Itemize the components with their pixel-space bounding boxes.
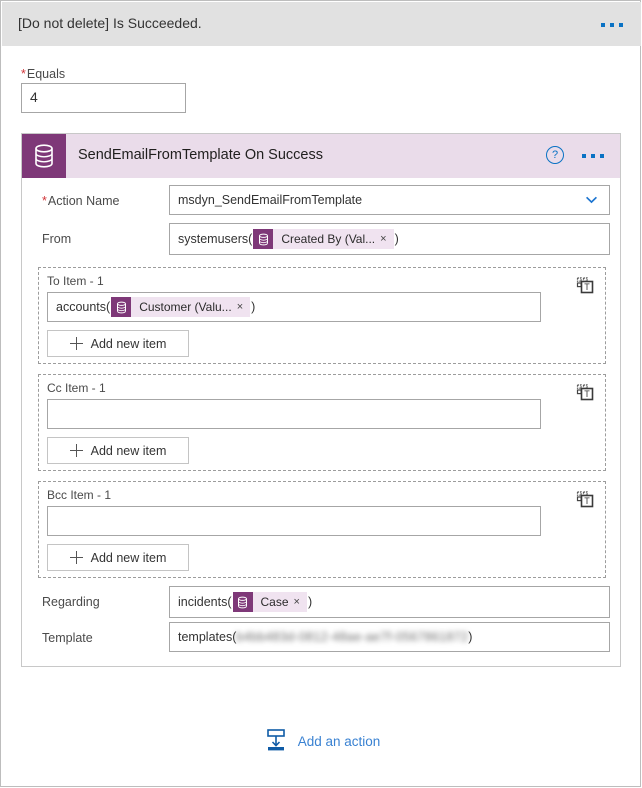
from-prefix: systemusers( [178,232,253,246]
bcc-item-label: Bcc Item - 1 [47,488,112,502]
cc-item-label: Cc Item - 1 [47,381,106,395]
action-name-dropdown[interactable]: msdyn_SendEmailFromTemplate [169,185,610,215]
delete-item-icon[interactable]: T [575,383,595,403]
template-prefix: templates( [178,630,237,644]
to-suffix: ) [251,300,256,314]
from-suffix: ) [394,232,399,246]
to-prefix: accounts( [56,300,111,314]
database-icon [253,229,274,249]
equals-input[interactable]: 4 [21,83,186,113]
cc-add-new-item-button[interactable]: Add new item [47,437,189,464]
chevron-down-icon [586,196,597,204]
regarding-label: Regarding [42,595,100,609]
flow-action-panel: [Do not delete] Is Succeeded. *Equals 4 … [0,0,641,787]
database-icon [111,297,132,317]
bcc-add-new-item-label: Add new item [90,550,167,565]
action-name-value: msdyn_SendEmailFromTemplate [178,193,363,207]
template-suffix: ) [468,630,473,644]
from-token-chip[interactable]: Created By (Val... × [253,229,394,249]
from-value: systemusers( Created By (Val... ×) [178,224,399,254]
panel-titlebar: [Do not delete] Is Succeeded. [2,2,641,46]
bcc-item-input[interactable] [47,506,541,536]
database-icon [22,134,66,178]
to-item-input[interactable]: accounts( Customer (Valu... ×) [47,292,541,322]
to-item-group: To Item - 1 accounts( Customer (Valu... … [38,267,606,364]
required-asterisk: * [21,67,26,81]
from-label: From [42,232,72,246]
plus-icon [69,444,83,457]
to-add-new-item-label: Add new item [90,336,167,351]
template-value: templates(b4bb483d-0812-48ae-ae7f-056786… [178,623,472,651]
template-guid-redacted: b4bb483d-0812-48ae-ae7f-0567861872 [236,630,469,644]
delete-item-icon[interactable]: T [575,276,595,296]
delete-item-icon[interactable]: T [575,490,595,510]
add-an-action-button[interactable]: Add an action [1,727,642,756]
action-card-title: SendEmailFromTemplate On Success [78,147,323,163]
action-more-menu-icon[interactable] [582,154,604,158]
to-add-new-item-button[interactable]: Add new item [47,330,189,357]
bcc-add-new-item-button[interactable]: Add new item [47,544,189,571]
plus-icon [69,551,83,564]
from-token-label: Created By (Val... [281,232,376,246]
action-card: SendEmailFromTemplate On Success ? *Acti… [21,133,621,667]
close-icon[interactable]: × [294,596,307,608]
to-token-label: Customer (Valu... [139,300,232,314]
regarding-value: incidents( Case ×) [178,587,312,617]
cc-item-input[interactable] [47,399,541,429]
regarding-suffix: ) [307,595,313,609]
cc-add-new-item-label: Add new item [90,443,167,458]
regarding-field[interactable]: incidents( Case ×) [169,586,610,618]
svg-text:T: T [584,496,590,506]
titlebar-more-menu-icon[interactable] [601,23,623,27]
svg-text:T: T [584,389,590,399]
action-card-header: SendEmailFromTemplate On Success ? [22,134,620,178]
page-title: [Do not delete] Is Succeeded. [18,15,202,31]
close-icon[interactable]: × [237,301,250,313]
template-field[interactable]: templates(b4bb483d-0812-48ae-ae7f-056786… [169,622,610,652]
close-icon[interactable]: × [380,233,393,245]
regarding-prefix: incidents( [178,595,232,609]
to-item-label: To Item - 1 [47,274,104,288]
add-an-action-label: Add an action [297,734,381,749]
action-name-label: *Action Name [42,194,120,208]
regarding-token-chip[interactable]: Case × [232,592,307,612]
plus-icon [69,337,83,350]
template-label: Template [42,631,93,645]
from-field[interactable]: systemusers( Created By (Val... ×) [169,223,610,255]
cc-item-group: Cc Item - 1 Add new item T [38,374,606,471]
add-action-icon [263,727,289,756]
bcc-item-group: Bcc Item - 1 Add new item T [38,481,606,578]
equals-label: *Equals [21,67,66,81]
regarding-token-label: Case [260,595,289,609]
svg-text:T: T [584,282,590,292]
to-token-chip[interactable]: Customer (Valu... × [111,297,251,317]
required-asterisk: * [42,194,47,208]
database-icon [232,592,253,612]
help-icon[interactable]: ? [546,146,564,164]
